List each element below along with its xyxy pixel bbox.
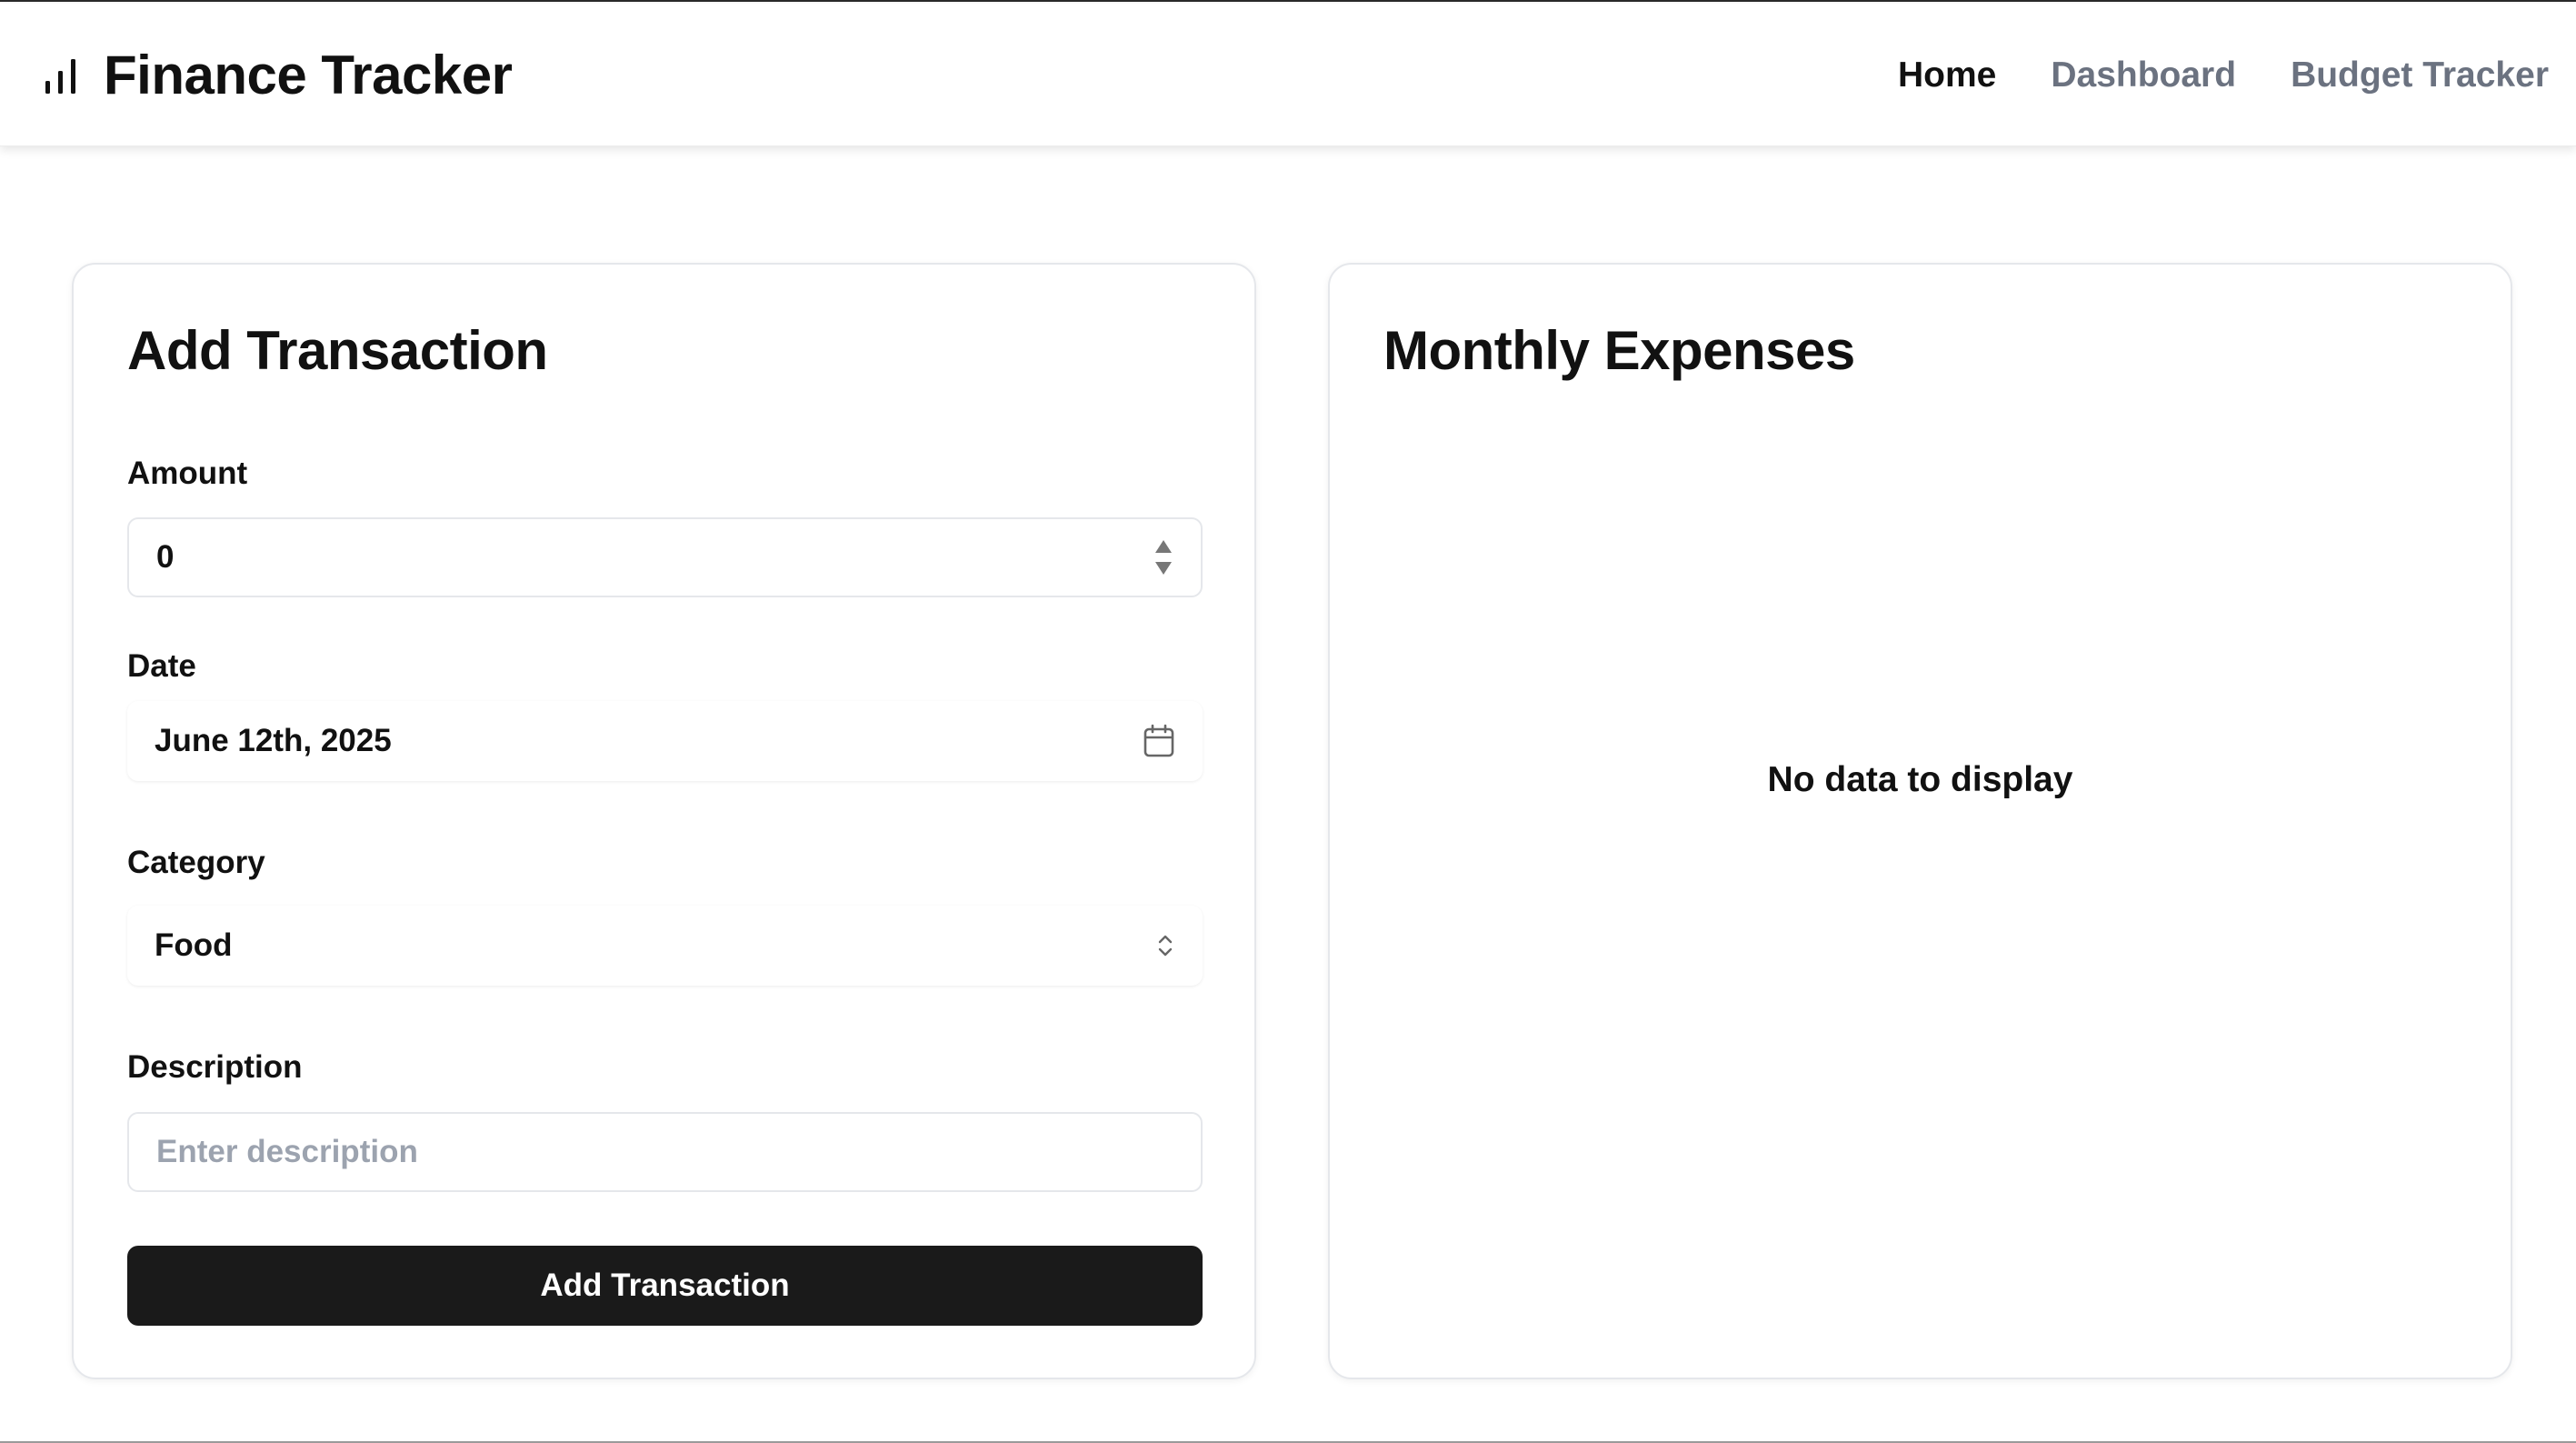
empty-state-message: No data to display xyxy=(1767,760,2073,799)
category-value: Food xyxy=(155,927,233,963)
nav-home-link[interactable]: Home xyxy=(1898,55,1996,95)
add-transaction-title: Add Transaction xyxy=(127,320,548,381)
date-value: June 12th, 2025 xyxy=(155,723,392,758)
nav-budget-tracker-link[interactable]: Budget Tracker xyxy=(2291,55,2549,95)
chevron-up-down-icon xyxy=(1158,935,1173,957)
description-input[interactable] xyxy=(156,1134,1156,1170)
description-field[interactable] xyxy=(127,1112,1203,1192)
date-picker[interactable]: June 12th, 2025 xyxy=(127,701,1203,781)
add-transaction-card: Add Transaction Amount 0 Date June 12th,… xyxy=(72,263,1256,1379)
spinner-arrows-icon[interactable] xyxy=(1153,538,1173,576)
brand[interactable]: Finance Tracker xyxy=(44,4,513,146)
app-frame: Finance Tracker Home Dashboard Budget Tr… xyxy=(0,0,2576,1443)
main-nav: Home Dashboard Budget Tracker xyxy=(1898,4,2549,146)
monthly-expenses-title: Monthly Expenses xyxy=(1383,320,1855,381)
app-title: Finance Tracker xyxy=(104,45,513,105)
calendar-icon[interactable] xyxy=(1143,724,1175,758)
add-transaction-button[interactable]: Add Transaction xyxy=(127,1246,1203,1326)
date-label: Date xyxy=(127,648,196,684)
monthly-expenses-card: Monthly Expenses No data to display xyxy=(1328,263,2512,1379)
amount-label: Amount xyxy=(127,456,248,491)
top-header: Finance Tracker Home Dashboard Budget Tr… xyxy=(0,4,2576,146)
description-label: Description xyxy=(127,1049,303,1085)
amount-value: 0 xyxy=(156,539,175,575)
amount-input[interactable]: 0 xyxy=(127,517,1203,597)
category-select[interactable]: Food xyxy=(127,906,1203,986)
category-label: Category xyxy=(127,845,265,880)
bar-chart-icon xyxy=(45,58,75,94)
nav-dashboard-link[interactable]: Dashboard xyxy=(2051,55,2236,95)
